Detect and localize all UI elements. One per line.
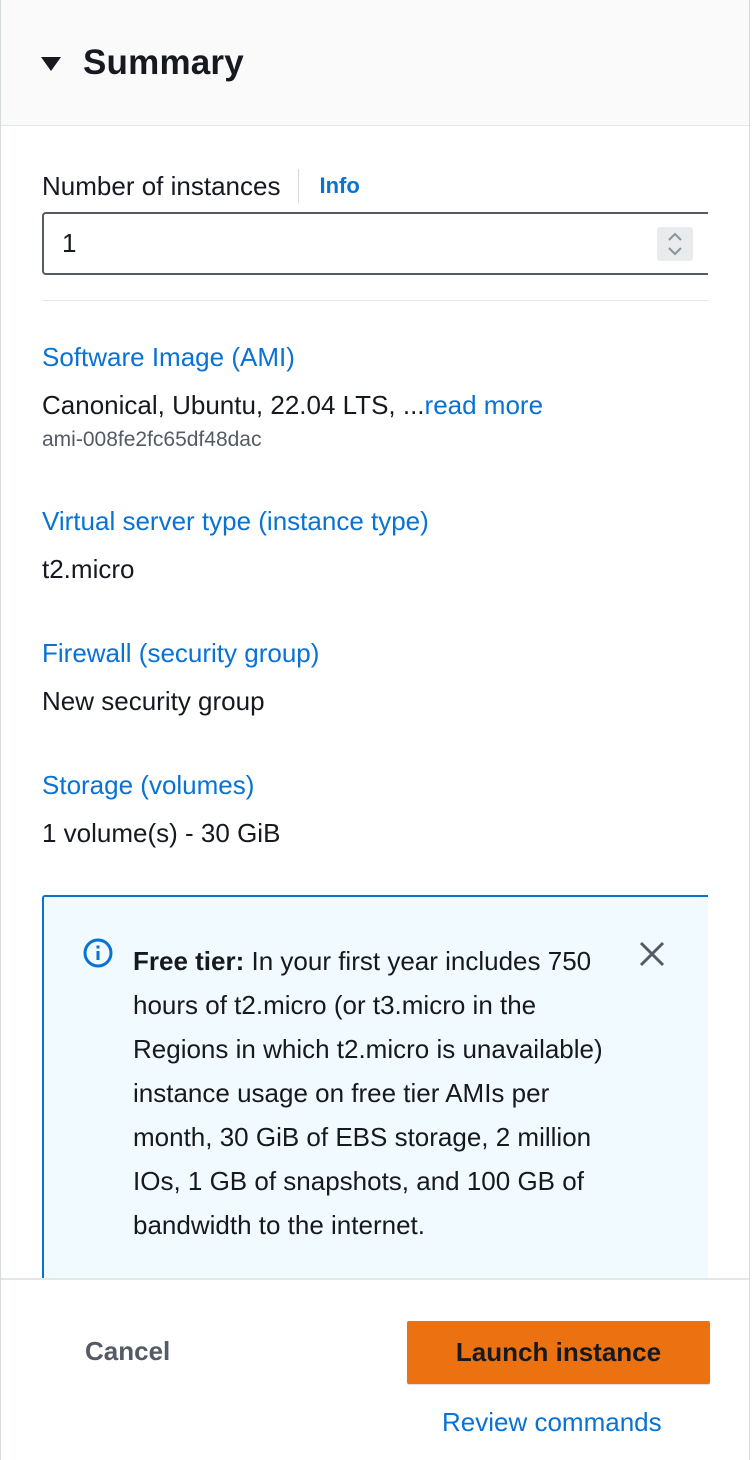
launch-instance-button[interactable]: Launch instance xyxy=(407,1321,710,1384)
section-instance-type: Virtual server type (instance type) t2.m… xyxy=(42,504,708,586)
instances-count-value: 1 xyxy=(62,228,77,258)
action-footer: Cancel Launch instance Review commands xyxy=(1,1278,749,1460)
instance-type-value: t2.micro xyxy=(42,554,135,584)
instances-label-row: Number of instances Info xyxy=(42,168,360,204)
ami-value-text: Canonical, Ubuntu, 22.04 LTS, ... xyxy=(42,390,425,420)
instances-label: Number of instances xyxy=(42,170,281,201)
summary-header[interactable]: Summary xyxy=(1,0,749,126)
close-icon[interactable] xyxy=(635,937,669,971)
section-firewall: Firewall (security group) New security g… xyxy=(42,636,708,718)
label-divider xyxy=(298,169,300,203)
summary-content: Number of instances Info 1 Software Imag… xyxy=(42,126,708,1280)
cancel-button[interactable]: Cancel xyxy=(85,1336,170,1367)
up-down-chevron-icon[interactable] xyxy=(657,227,693,261)
alert-text: Free tier: In your first year includes 7… xyxy=(133,939,613,1247)
free-tier-alert: Free tier: In your first year includes 7… xyxy=(42,895,708,1280)
read-more-link[interactable]: read more xyxy=(425,390,544,420)
info-link[interactable]: Info xyxy=(319,173,359,199)
ami-value: Canonical, Ubuntu, 22.04 LTS, ...read mo… xyxy=(42,388,708,422)
ami-title[interactable]: Software Image (AMI) xyxy=(42,340,708,374)
alert-body: In your first year includes 750 hours of… xyxy=(133,946,603,1240)
section-storage: Storage (volumes) 1 volume(s) - 30 GiB xyxy=(42,768,708,850)
review-commands-link[interactable]: Review commands xyxy=(442,1407,662,1438)
instances-count-input[interactable]: 1 xyxy=(42,212,708,275)
info-circle-icon xyxy=(83,938,113,968)
firewall-title[interactable]: Firewall (security group) xyxy=(42,636,708,670)
summary-panel: Summary Number of instances Info 1 Softw… xyxy=(0,0,750,1460)
instance-type-title[interactable]: Virtual server type (instance type) xyxy=(42,504,708,538)
spinner-chevrons-icon xyxy=(668,232,682,256)
caret-down-icon[interactable] xyxy=(41,56,61,71)
ami-id: ami-008fe2fc65df48dac xyxy=(42,428,262,451)
storage-value: 1 volume(s) - 30 GiB xyxy=(42,818,281,848)
storage-title[interactable]: Storage (volumes) xyxy=(42,768,708,802)
alert-heading: Free tier: xyxy=(133,946,245,976)
panel-title: Summary xyxy=(83,42,244,82)
firewall-value: New security group xyxy=(42,686,265,716)
section-divider xyxy=(42,300,708,301)
section-ami: Software Image (AMI) Canonical, Ubuntu, … xyxy=(42,340,708,454)
